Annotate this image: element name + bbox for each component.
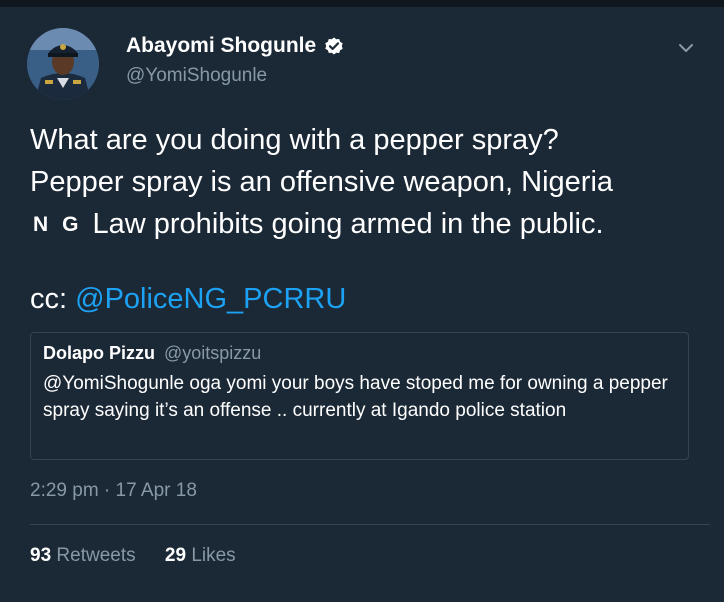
tweet-timestamp[interactable]: 2:29 pm · 17 Apr 18 — [30, 480, 197, 502]
verified-badge-icon — [324, 36, 344, 56]
stats-divider — [30, 524, 710, 525]
nigeria-flag-emoji: NG — [33, 204, 79, 246]
retweets-count: 93 — [30, 545, 52, 566]
author-handle[interactable]: @YomiShogunle — [126, 65, 267, 87]
tweet-text-line-1: What are you doing with a pepper spray? — [30, 124, 559, 156]
avatar-image — [27, 28, 99, 100]
tweet-stats: 93 Retweets 29 Likes — [30, 545, 236, 567]
tweet-text: What are you doing with a pepper spray? … — [30, 119, 710, 246]
cc-mention-link[interactable]: @PoliceNG_PCRRU — [75, 283, 346, 315]
quoted-tweet-text: @YomiShogunle oga yomi your boys have st… — [43, 373, 668, 421]
chevron-down-icon[interactable] — [676, 40, 696, 56]
retweets-stat[interactable]: 93 Retweets — [30, 545, 136, 566]
likes-stat[interactable]: 29 Likes — [165, 545, 236, 566]
retweets-label: Retweets — [51, 545, 136, 566]
quoted-tweet-card[interactable]: Dolapo Pizzu @yoitspizzu @YomiShogunle o… — [30, 332, 689, 460]
author-name-text[interactable]: Abayomi Shogunle — [126, 34, 316, 58]
cc-line: cc: @PoliceNG_PCRRU — [30, 278, 346, 320]
quoted-author-name: Dolapo Pizzu — [43, 343, 155, 363]
flag-letter-g: G — [62, 213, 79, 236]
avatar[interactable] — [27, 28, 99, 100]
top-border — [0, 0, 724, 7]
likes-label: Likes — [186, 545, 236, 566]
cc-prefix: cc: — [30, 283, 76, 315]
tweet-text-line-2: Pepper spray is an offensive weapon, Nig… — [30, 166, 614, 198]
likes-count: 29 — [164, 545, 187, 566]
tweet-text-line-3: N G Law prohibits going armed in the publi… — [30, 203, 710, 246]
flag-letter-n: N — [33, 213, 49, 236]
tweet-text-line-3-body: Law prohibits going armed in the public. — [92, 208, 604, 240]
quoted-tweet-header: Dolapo Pizzu @yoitspizzu — [43, 343, 261, 364]
author-display-name[interactable]: Abayomi Shogunle — [126, 34, 344, 58]
quoted-author-handle: @yoitspizzu — [164, 343, 262, 363]
